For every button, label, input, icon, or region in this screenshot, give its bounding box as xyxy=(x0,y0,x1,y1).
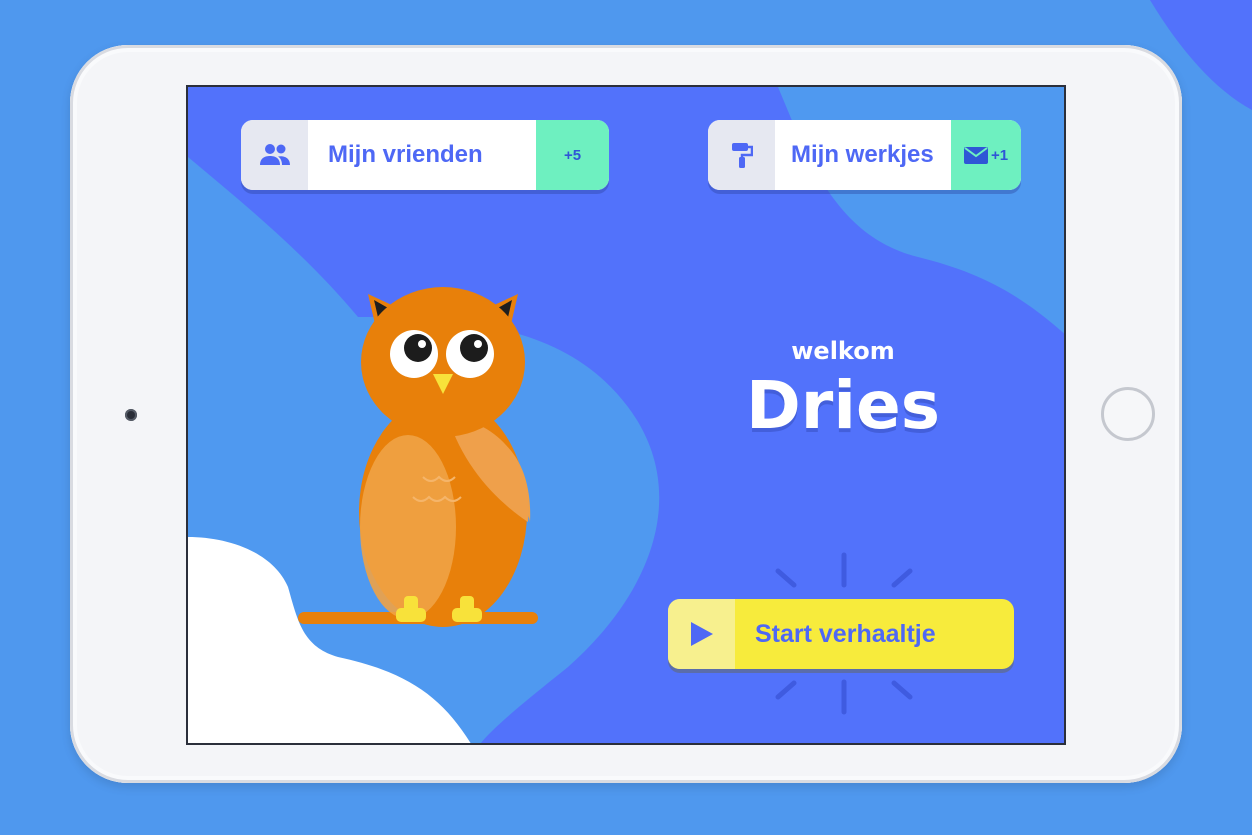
user-name: Dries xyxy=(745,367,940,444)
camera-lens xyxy=(125,409,137,421)
people-icon xyxy=(259,144,290,165)
works-message-count: +1 xyxy=(990,146,1009,164)
paint-roller-icon xyxy=(731,143,753,168)
welcome-greeting: welkom xyxy=(791,337,895,365)
works-icon-box xyxy=(708,120,775,190)
works-message-badge: +1 xyxy=(951,120,1021,190)
start-story-button[interactable]: Start verhaaltje xyxy=(668,599,1014,669)
play-icon xyxy=(690,622,713,646)
app-screen: Mijn vrienden +5 Mijn werkjes +1 welkom … xyxy=(186,85,1066,745)
play-icon-box xyxy=(668,599,735,669)
start-story-label: Start verhaaltje xyxy=(755,619,936,648)
page: { "header": { "friends_label": "Mijn vri… xyxy=(0,0,1252,835)
owl-illustration xyxy=(298,287,538,627)
friends-count-badge: +5 xyxy=(536,120,609,190)
my-works-label: Mijn werkjes xyxy=(775,120,951,190)
my-friends-button[interactable]: Mijn vrienden +5 xyxy=(241,120,609,190)
friends-icon-box xyxy=(241,120,308,190)
envelope-icon xyxy=(963,146,988,164)
my-friends-label: Mijn vrienden xyxy=(308,120,536,190)
home-button[interactable] xyxy=(1101,387,1155,441)
my-works-button[interactable]: Mijn werkjes +1 xyxy=(708,120,1021,190)
